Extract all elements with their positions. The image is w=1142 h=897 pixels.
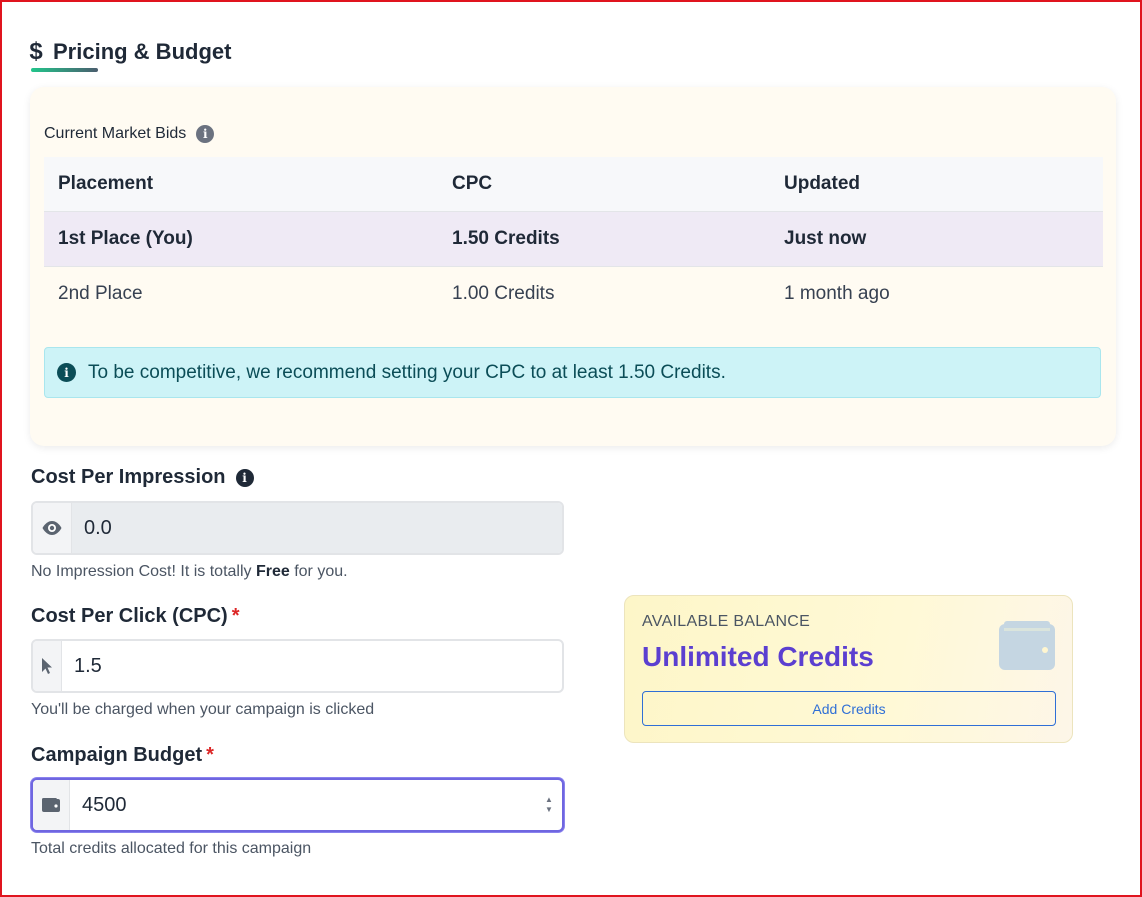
cpc-label: Cost Per Click (CPC) * (31, 605, 240, 628)
table-row: 1st Place (You) 1.50 Credits Just now (44, 211, 1103, 267)
balance-value: Unlimited Credits (642, 641, 874, 672)
add-credits-button[interactable]: Add Credits (642, 691, 1056, 726)
budget-input[interactable]: 4500 (70, 780, 536, 830)
number-spinner[interactable]: ▲ ▼ (536, 780, 562, 830)
column-header-cpc: CPC (438, 157, 770, 212)
cell-cpc: 1.00 Credits (452, 283, 555, 304)
impression-help: No Impression Cost! It is totally Free f… (31, 563, 348, 581)
market-bids-header: Current Market Bids i (44, 125, 215, 143)
market-bids-label: Current Market Bids (44, 125, 187, 142)
info-icon[interactable]: i (196, 125, 215, 143)
section-title: Pricing & Budget (53, 39, 232, 64)
column-header-updated: Updated (770, 157, 1103, 212)
impression-input: 0.0 (72, 503, 562, 553)
market-bids-card: Current Market Bids i Placement CPC Upda… (30, 87, 1116, 446)
budget-label-text: Campaign Budget (31, 744, 203, 766)
impression-input-group: 0.0 (31, 501, 564, 555)
balance-card: AVAILABLE BALANCE Unlimited Credits Add … (624, 595, 1073, 743)
balance-label: AVAILABLE BALANCE (642, 613, 811, 630)
wallet-icon (998, 620, 1056, 677)
impression-help-bold: Free (255, 563, 290, 580)
eye-icon (33, 503, 72, 553)
impression-help-suffix: for you. (289, 563, 348, 580)
required-marker: * (231, 605, 240, 627)
info-icon[interactable]: i (235, 468, 254, 487)
required-marker: * (206, 744, 214, 766)
cpc-input-group[interactable]: 1.5 (31, 639, 564, 693)
title-underline (31, 68, 98, 72)
cpc-label-text: Cost Per Click (CPC) (31, 605, 228, 627)
impression-help-text: No Impression Cost! It is totally (31, 563, 256, 580)
column-header-placement: Placement (44, 157, 438, 212)
section-heading: $ Pricing & Budget (29, 38, 231, 66)
cpc-help: You'll be charged when your campaign is … (31, 701, 375, 718)
impression-label-text: Cost Per Impression (31, 466, 226, 488)
impression-label: Cost Per Impression i (31, 466, 254, 489)
cell-updated: Just now (770, 211, 1103, 267)
cell-placement: 1st Place (You) (44, 211, 438, 267)
market-bids-table: Placement CPC Updated 1st Place (You) 1.… (44, 157, 1103, 321)
cpc-input[interactable]: 1.5 (62, 641, 562, 691)
cursor-pointer-icon (33, 641, 62, 691)
spinner-up-icon[interactable]: ▲ (545, 795, 553, 805)
table-header-row: Placement CPC Updated (44, 157, 1103, 212)
info-icon: i (57, 363, 76, 382)
spinner-down-icon[interactable]: ▼ (545, 805, 553, 815)
budget-input-group[interactable]: 4500 ▲ ▼ (31, 778, 564, 832)
budget-label: Campaign Budget * (31, 744, 214, 767)
cell-placement: 2nd Place (58, 283, 143, 304)
budget-help: Total credits allocated for this campaig… (31, 840, 312, 857)
recommendation-alert: i To be competitive, we recommend settin… (44, 347, 1101, 398)
alert-text: To be competitive, we recommend setting … (88, 361, 726, 383)
dollar-icon: $ (29, 38, 43, 65)
cell-updated: 1 month ago (784, 283, 890, 304)
wallet-icon (33, 780, 70, 830)
table-row: 2nd Place 1.00 Credits 1 month ago (44, 267, 1103, 322)
cell-cpc: 1.50 Credits (438, 211, 770, 267)
